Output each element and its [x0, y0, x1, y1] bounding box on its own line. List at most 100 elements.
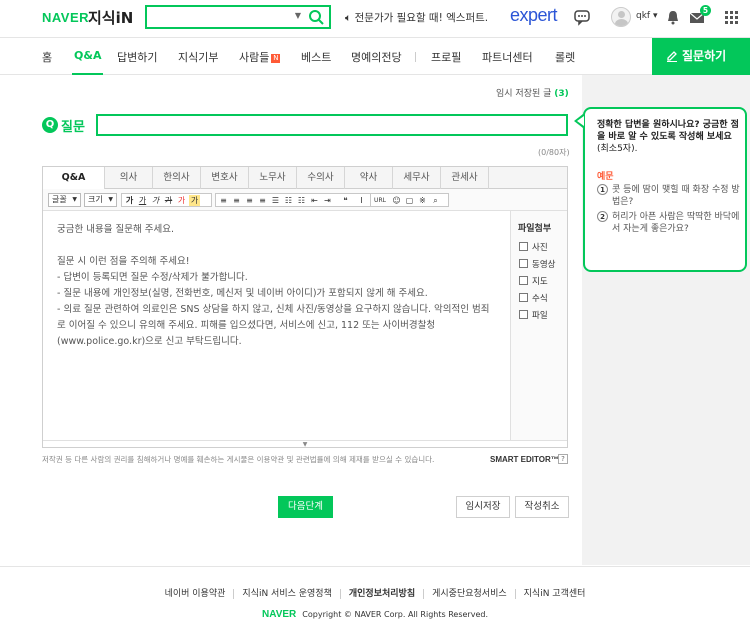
video-icon — [519, 259, 528, 268]
tip-headline: 정확한 답변을 원하시나요? 궁금한 점을 바로 알 수 있도록 작성해 보세요… — [597, 120, 739, 154]
number-two-icon: 2 — [597, 211, 608, 222]
font-color-icon[interactable]: 가 — [176, 195, 187, 206]
footer-naver-logo[interactable]: NAVER — [262, 609, 296, 620]
attachment-title: 파일첨부 — [518, 224, 552, 234]
highlight-icon[interactable]: 가 — [189, 195, 200, 206]
nav-donate[interactable]: 지식기부 — [178, 49, 218, 65]
question-title-input[interactable] — [96, 114, 568, 136]
new-badge: N — [271, 54, 281, 63]
attach-photo-button[interactable]: 사진 — [519, 241, 548, 253]
editor-resize-handle[interactable]: ▼ — [43, 440, 567, 448]
footer-link-privacy[interactable]: 개인정보처리방침 — [339, 589, 424, 599]
text-style-group: 가 가 가 가 가 가 — [121, 193, 212, 207]
tip-pointer-inner — [577, 116, 584, 126]
footer-link-policy[interactable]: 지식iN 서비스 운영정책 — [233, 589, 340, 599]
next-step-button[interactable]: 다음단계 — [278, 496, 333, 518]
tab-doctor[interactable]: 의사 — [105, 167, 153, 189]
nav-qna[interactable]: Q&A — [71, 49, 104, 75]
jisikin-logo[interactable]: 지식iN — [88, 7, 133, 28]
nav-home[interactable]: 홈 — [42, 49, 52, 65]
tab-pharmacist[interactable]: 약사 — [345, 167, 393, 189]
emoji-icon[interactable]: ☺ — [391, 195, 402, 206]
bullet-list-icon[interactable]: ☷ — [296, 195, 307, 206]
size-select[interactable]: 크기 ▼ — [84, 193, 117, 207]
footer-copyright: NAVER Copyright © NAVER Corp. All Rights … — [262, 609, 488, 620]
numbered-list-icon[interactable]: ☷ — [283, 195, 294, 206]
footer-link-takedown[interactable]: 게시중단요청서비스 — [423, 589, 515, 599]
nav-people[interactable]: 사람들 N — [239, 49, 281, 65]
file-icon — [519, 310, 528, 319]
search-icon[interactable] — [308, 9, 324, 25]
nav-best[interactable]: 베스트 — [301, 49, 331, 65]
naver-logo[interactable]: NAVER — [42, 10, 89, 25]
italic-icon[interactable]: 가 — [150, 195, 161, 206]
apps-menu-icon[interactable] — [722, 8, 740, 26]
writing-tip-box: 정확한 답변을 원하시나요? 궁금한 점을 바로 알 수 있도록 작성해 보세요… — [583, 107, 747, 272]
number-one-icon: 1 — [597, 184, 608, 195]
table-icon[interactable]: ▢ — [404, 195, 415, 206]
quote-icon[interactable]: ❝ — [340, 195, 351, 206]
nav-hall-of-fame[interactable]: 명예의전당 — [351, 49, 402, 65]
photo-icon — [519, 242, 528, 251]
align-center-icon[interactable]: ≡ — [231, 195, 242, 206]
cancel-button[interactable]: 작성취소 — [515, 496, 569, 518]
nav-roulette[interactable]: 롤렛 — [555, 49, 575, 65]
user-menu[interactable]: qkf ▾ — [636, 11, 657, 21]
editor-help-icon[interactable]: ? — [558, 454, 568, 464]
question-label: 질문 — [61, 120, 85, 135]
find-replace-icon[interactable]: ⌕ — [430, 195, 441, 206]
chat-icon[interactable] — [573, 8, 591, 26]
attach-formula-button[interactable]: 수식 — [519, 292, 548, 304]
url-icon[interactable]: URL — [372, 195, 388, 206]
expert-promo-link[interactable]: 🔈︎ 전문가가 필요할 때! 엑스퍼트. — [345, 10, 488, 25]
tab-qna[interactable]: Q&A — [43, 167, 105, 190]
footer-link-terms[interactable]: 네이버 이용약관 — [157, 589, 234, 599]
expert-logo[interactable]: expert — [510, 5, 558, 26]
save-draft-button[interactable]: 임시저장 — [456, 496, 510, 518]
horizontal-rule-icon[interactable]: Ⅰ — [356, 195, 367, 206]
footer-link-support[interactable]: 지식iN 고객센터 — [514, 589, 594, 599]
insert-group: URL ☺ ▢ ※ ⌕ — [370, 193, 449, 207]
tab-customs-broker[interactable]: 관세사 — [441, 167, 489, 189]
title-char-counter: (0/80자) — [538, 148, 570, 157]
attachment-panel: 파일첨부 사진 동영상 지도 수식 파일 — [510, 211, 567, 440]
nav-partner-center[interactable]: 파트너센터 — [482, 49, 533, 65]
tab-labor-attorney[interactable]: 노무사 — [249, 167, 297, 189]
tip-example-label: 예문 — [597, 172, 614, 182]
tip-example-1: 1콧 등에 땀이 맺힐 때 화장 수정 방법은? — [597, 184, 742, 208]
bold-icon[interactable]: 가 — [124, 195, 135, 206]
align-right-icon[interactable]: ≡ — [244, 195, 255, 206]
attach-file-button[interactable]: 파일 — [519, 309, 548, 321]
special-char-icon[interactable]: ※ — [417, 195, 428, 206]
paragraph-group: ≡ ≡ ≡ ≡ ☰ ☷ ☷ ⇤ ⇥ ❝ Ⅰ — [215, 193, 375, 207]
search-dropdown-icon[interactable]: ▼ — [295, 11, 301, 20]
outdent-icon[interactable]: ⇤ — [309, 195, 320, 206]
top-bar: NAVER 지식iN ▼ 🔈︎ 전문가가 필요할 때! 엑스퍼트. expert… — [0, 0, 750, 38]
draft-saved-link[interactable]: 임시 저장된 글 (3) — [496, 86, 569, 99]
smart-editor-logo: SMART EDITOR™ — [490, 455, 559, 464]
align-justify-icon[interactable]: ≡ — [257, 195, 268, 206]
attach-video-button[interactable]: 동영상 — [519, 258, 555, 270]
line-height-icon[interactable]: ☰ — [270, 195, 281, 206]
pencil-icon — [667, 51, 677, 62]
footer: 네이버 이용약관 지식iN 서비스 운영정책 개인정보처리방침 게시중단요청서비스 지식… — [0, 566, 750, 632]
question-body-textarea[interactable]: 궁금한 내용을 질문해 주세요. 질문 시 이런 점을 주의해 주세요! - 답… — [57, 222, 497, 350]
search-input[interactable]: ▼ — [145, 5, 331, 29]
nav-profile[interactable]: 프로필 — [431, 49, 461, 65]
tab-oriental-doctor[interactable]: 한의사 — [153, 167, 201, 189]
underline-icon[interactable]: 가 — [137, 195, 148, 206]
avatar[interactable] — [611, 7, 631, 27]
attach-map-button[interactable]: 지도 — [519, 275, 548, 287]
footer-links: 네이버 이용약관 지식iN 서비스 운영정책 개인정보처리방침 게시중단요청서비스 지식… — [0, 586, 750, 599]
font-select[interactable]: 글꼴 ▼ — [48, 193, 81, 207]
align-left-icon[interactable]: ≡ — [218, 195, 229, 206]
tab-veterinarian[interactable]: 수의사 — [297, 167, 345, 189]
tab-tax-accountant[interactable]: 세무사 — [393, 167, 441, 189]
nav-answer[interactable]: 답변하기 — [117, 49, 157, 65]
copyright-notice: 저작권 등 다른 사람의 권리를 침해하거나 명예를 훼손하는 게시물은 이용약… — [42, 455, 435, 464]
ask-question-button[interactable]: 질문하기 — [652, 38, 750, 75]
strikethrough-icon[interactable]: 가 — [163, 195, 174, 206]
tab-lawyer[interactable]: 변호사 — [201, 167, 249, 189]
bell-icon[interactable] — [664, 8, 682, 26]
indent-icon[interactable]: ⇥ — [322, 195, 333, 206]
